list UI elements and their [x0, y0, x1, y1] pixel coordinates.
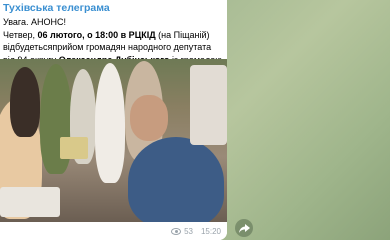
- post-line-1: Увага. АНОНС!: [3, 17, 66, 27]
- channel-name[interactable]: Тухівська телеграма: [3, 2, 110, 14]
- post-line-2-bold: 06 лютого, о 18:00 в РЦКІД: [37, 29, 156, 40]
- post-photo[interactable]: [0, 59, 227, 222]
- message-time: 15:20: [200, 227, 221, 236]
- photo-window: [190, 65, 227, 145]
- share-button[interactable]: [235, 219, 253, 237]
- post-line-2-prefix: Четвер,: [3, 29, 38, 40]
- share-arrow-icon: [238, 223, 250, 233]
- photo-man-body: [128, 137, 224, 222]
- photo-notebook: [0, 187, 60, 217]
- view-counter: 53: [171, 227, 193, 236]
- eye-icon: [171, 228, 182, 235]
- photo-figure-4: [95, 63, 125, 183]
- photo-man-head: [130, 95, 168, 141]
- message-bubble[interactable]: Тухівська телеграма Увага. АНОНС! Четвер…: [0, 0, 227, 240]
- photo-paper-bag: [60, 137, 88, 159]
- photo-figure-1: [10, 67, 40, 137]
- view-count: 53: [184, 227, 193, 236]
